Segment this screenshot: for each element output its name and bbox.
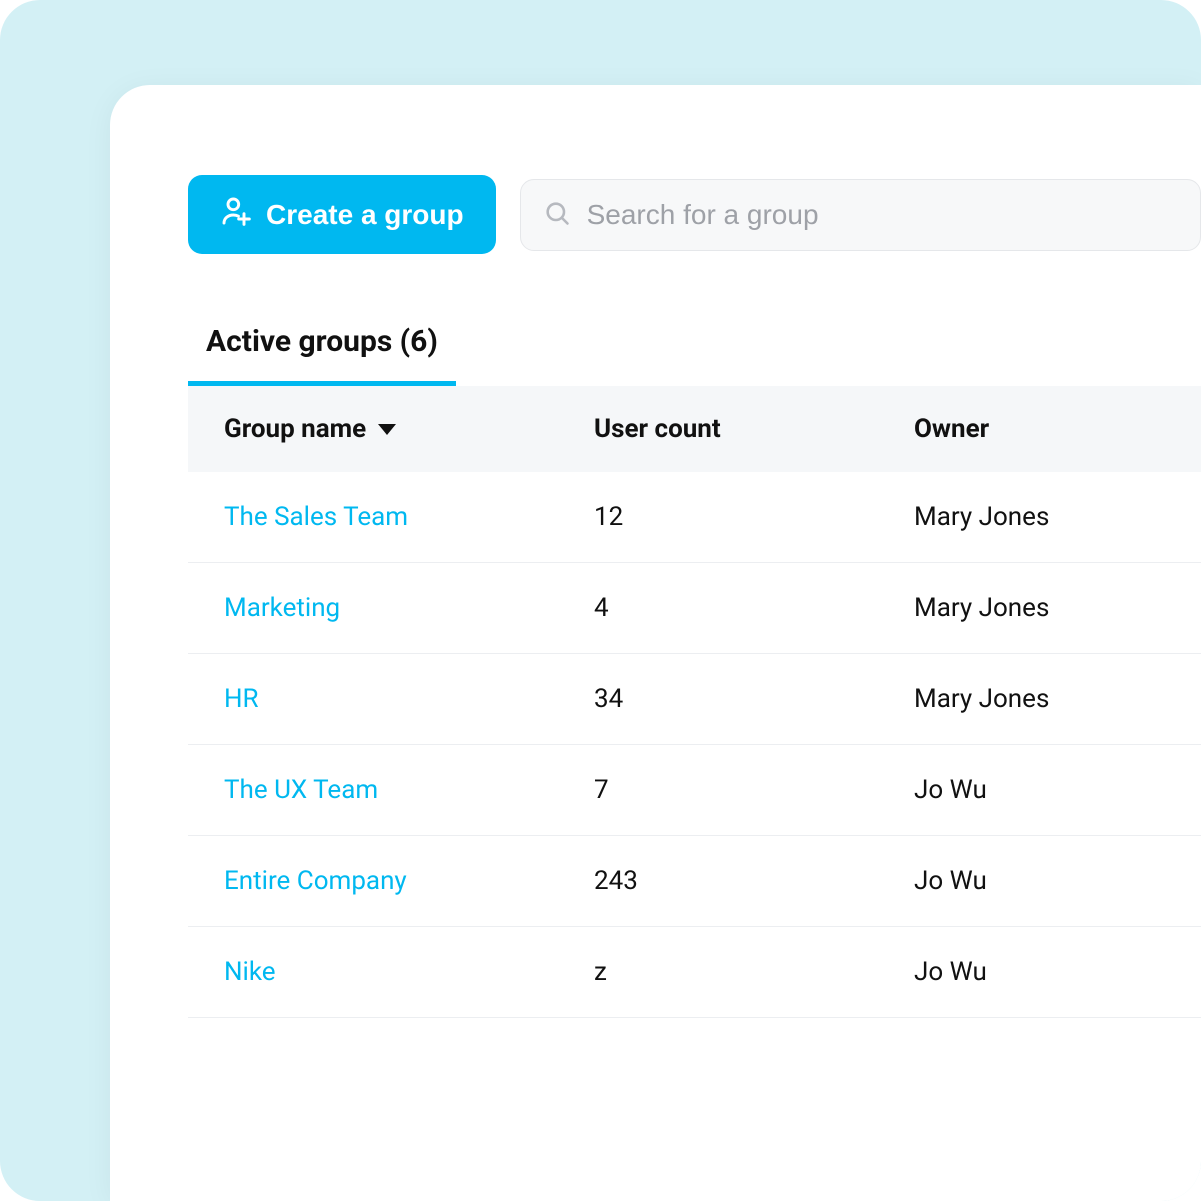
owner-cell: Jo Wu: [914, 866, 1201, 896]
owner-cell: Mary Jones: [914, 593, 1201, 623]
groups-panel: Create a group Active groups (6) G: [110, 85, 1201, 1201]
user-plus-icon: [220, 195, 252, 234]
user-count-cell: 12: [594, 502, 914, 532]
table-row: Marketing4Mary Jones: [188, 563, 1201, 654]
search-input[interactable]: [587, 199, 1178, 231]
search-icon: [543, 199, 587, 231]
table-row: The Sales Team12Mary Jones: [188, 472, 1201, 563]
search-field-wrap[interactable]: [520, 179, 1201, 251]
user-count-cell: 4: [594, 593, 914, 623]
col-header-group-name-label: Group name: [224, 414, 366, 444]
group-name-link[interactable]: The UX Team: [224, 775, 594, 805]
col-header-group-name[interactable]: Group name: [224, 414, 594, 444]
sort-desc-icon: [378, 424, 396, 435]
groups-table: Group name User count Owner The Sales Te…: [188, 386, 1201, 1018]
user-count-cell: 7: [594, 775, 914, 805]
group-name-link[interactable]: HR: [224, 684, 594, 714]
group-name-link[interactable]: Marketing: [224, 593, 594, 623]
create-group-button[interactable]: Create a group: [188, 175, 496, 254]
user-count-cell: z: [594, 957, 914, 987]
toolbar: Create a group: [188, 175, 1201, 254]
col-header-user-count-label: User count: [594, 414, 721, 444]
table-body: The Sales Team12Mary JonesMarketing4Mary…: [188, 472, 1201, 1018]
table-header: Group name User count Owner: [188, 386, 1201, 472]
table-row: NikezJo Wu: [188, 927, 1201, 1018]
tab-active-groups[interactable]: Active groups (6): [188, 324, 456, 386]
group-name-link[interactable]: Entire Company: [224, 866, 594, 896]
col-header-user-count[interactable]: User count: [594, 414, 914, 444]
table-row: HR34Mary Jones: [188, 654, 1201, 745]
col-header-owner-label: Owner: [914, 414, 989, 444]
user-count-cell: 243: [594, 866, 914, 896]
create-group-label: Create a group: [266, 199, 464, 231]
app-frame: Create a group Active groups (6) G: [0, 0, 1201, 1201]
col-header-owner[interactable]: Owner: [914, 414, 1201, 444]
group-name-link[interactable]: The Sales Team: [224, 502, 594, 532]
tab-active-groups-label: Active groups (6): [206, 324, 438, 359]
owner-cell: Mary Jones: [914, 502, 1201, 532]
owner-cell: Jo Wu: [914, 775, 1201, 805]
user-count-cell: 34: [594, 684, 914, 714]
table-row: Entire Company243Jo Wu: [188, 836, 1201, 927]
table-row: The UX Team7Jo Wu: [188, 745, 1201, 836]
group-name-link[interactable]: Nike: [224, 957, 594, 987]
owner-cell: Jo Wu: [914, 957, 1201, 987]
tabs: Active groups (6): [188, 324, 1201, 386]
owner-cell: Mary Jones: [914, 684, 1201, 714]
